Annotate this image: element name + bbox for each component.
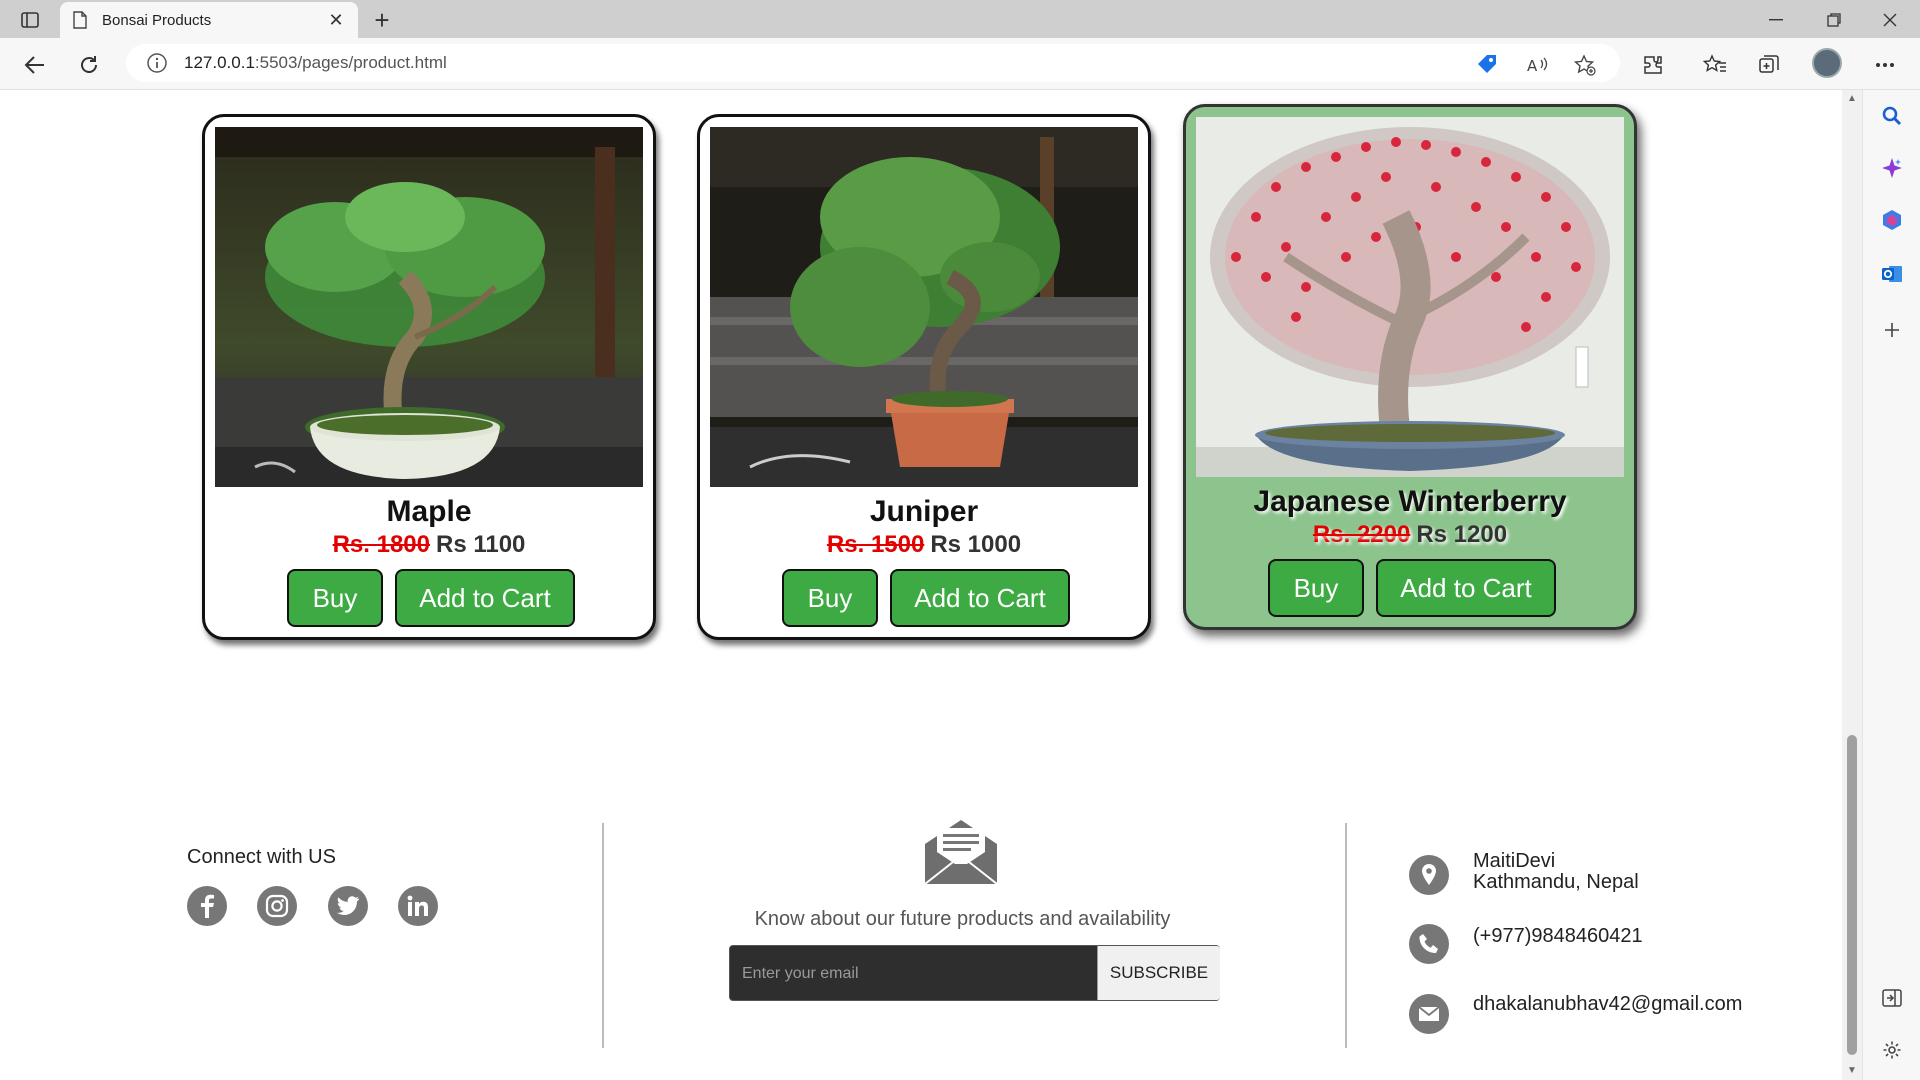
footer-divider: [602, 823, 604, 1048]
browser-window: Bonsai Products ✕ + 127.0.0.1:5503/pages…: [0, 0, 1920, 1080]
minimize-icon[interactable]: [1756, 6, 1796, 34]
close-icon[interactable]: ✕: [326, 10, 346, 30]
edge-sidebar: [1862, 90, 1920, 1080]
old-price: Rs. 1500: [826, 531, 925, 558]
refresh-icon[interactable]: [72, 48, 106, 82]
search-icon[interactable]: [1880, 104, 1904, 128]
linkedin-icon[interactable]: [398, 886, 438, 926]
copilot-icon[interactable]: [1880, 156, 1904, 180]
newsletter-text: Know about our future products and avail…: [754, 908, 1171, 930]
svg-text:A: A: [1527, 57, 1538, 75]
buy-button[interactable]: Buy: [287, 569, 383, 627]
back-icon[interactable]: [18, 48, 52, 82]
url-host: 127.0.0.1: [184, 53, 255, 72]
email-address: dhakalanubhav42@gmail.com: [1473, 993, 1743, 1015]
collections-icon[interactable]: [1752, 48, 1786, 82]
page-scrollbar[interactable]: ▲ ▼: [1842, 90, 1862, 1080]
product-price: Rs. 1500 Rs 1000: [700, 531, 1148, 559]
add-to-cart-button[interactable]: Add to Cart: [395, 569, 575, 627]
sale-price: Rs 1100: [435, 531, 526, 558]
favorites-icon[interactable]: [1698, 48, 1732, 82]
phone-number: (+977)9848460421: [1473, 925, 1643, 947]
office-icon[interactable]: [1880, 208, 1904, 232]
subscribe-button[interactable]: SUBSCRIBE: [1097, 946, 1220, 1000]
read-aloud-icon[interactable]: A: [1524, 52, 1550, 78]
page-icon: [73, 11, 87, 29]
tab-actions-icon[interactable]: [12, 7, 48, 33]
url-text: 127.0.0.1:5503/pages/product.html: [184, 53, 447, 73]
instagram-icon[interactable]: [257, 886, 297, 926]
email-input[interactable]: [742, 962, 1082, 986]
buy-button[interactable]: Buy: [1268, 559, 1364, 617]
restore-icon[interactable]: [1814, 6, 1854, 34]
juniper-bonsai-image: [710, 127, 1138, 487]
add-icon[interactable]: [1880, 318, 1904, 342]
envelope-icon: [923, 818, 999, 891]
browser-toolbar: 127.0.0.1:5503/pages/product.html A: [0, 38, 1920, 90]
buy-button[interactable]: Buy: [782, 569, 878, 627]
address-bar[interactable]: 127.0.0.1:5503/pages/product.html A: [126, 44, 1620, 82]
address-line2: Kathmandu, Nepal: [1473, 871, 1639, 893]
scroll-thumb[interactable]: [1847, 735, 1857, 1055]
scroll-down-icon[interactable]: ▼: [1847, 1066, 1857, 1076]
profile-avatar[interactable]: [1812, 48, 1842, 78]
sale-price: Rs 1000: [930, 531, 1022, 558]
product-price: Rs. 2200 Rs 1200: [1186, 521, 1634, 549]
product-card-maple: Maple Rs. 1800 Rs 1100 Buy Add to Cart: [202, 114, 656, 640]
hide-sidebar-icon[interactable]: [1880, 986, 1904, 1010]
mail-icon: [1409, 994, 1449, 1034]
product-card-juniper: Juniper Rs. 1500 Rs 1000 Buy Add to Cart: [697, 114, 1151, 640]
page-content: Maple Rs. 1800 Rs 1100 Buy Add to Cart J…: [0, 90, 1842, 1080]
product-name: Juniper: [869, 495, 979, 528]
settings-icon[interactable]: [1880, 1038, 1904, 1062]
address: MaitiDevi Kathmandu, Nepal: [1473, 851, 1639, 893]
scroll-up-icon[interactable]: ▲: [1847, 94, 1857, 104]
shopping-tag-icon[interactable]: [1474, 52, 1500, 78]
connect-title: Connect with US: [187, 846, 336, 868]
sale-price: Rs 1200: [1416, 521, 1508, 548]
window-close-icon[interactable]: [1870, 6, 1910, 34]
add-to-cart-button[interactable]: Add to Cart: [1376, 559, 1556, 617]
old-price: Rs. 2200: [1312, 521, 1411, 548]
site-info-icon[interactable]: [146, 52, 168, 74]
old-price: Rs. 1800: [332, 531, 430, 558]
more-options-icon[interactable]: [1868, 48, 1902, 82]
footer-divider: [1345, 823, 1347, 1048]
tab-title: Bonsai Products: [102, 11, 212, 29]
url-path: :5503/pages/product.html: [254, 53, 447, 72]
twitter-icon[interactable]: [328, 886, 368, 926]
facebook-icon[interactable]: [187, 886, 227, 926]
favorite-add-icon[interactable]: [1572, 52, 1598, 78]
tab-strip: Bonsai Products ✕ +: [0, 0, 1920, 38]
extensions-icon[interactable]: [1636, 48, 1670, 82]
new-tab-button[interactable]: +: [368, 5, 396, 35]
product-card-japanese-winterberry: Japanese Winterberry Rs. 2200 Rs 1200 Buy…: [1183, 104, 1637, 630]
address-line1: MaitiDevi: [1473, 850, 1556, 872]
winterberry-bonsai-image: [1196, 117, 1624, 477]
add-to-cart-button[interactable]: Add to Cart: [890, 569, 1070, 627]
product-name: Japanese Winterberry: [1253, 485, 1567, 518]
phone-icon: [1409, 924, 1449, 964]
outlook-icon[interactable]: [1880, 262, 1904, 286]
browser-tab[interactable]: Bonsai Products ✕: [60, 2, 358, 38]
product-price: Rs. 1800 Rs 1100: [205, 531, 653, 559]
location-icon: [1409, 855, 1449, 895]
maple-bonsai-image: [215, 127, 643, 487]
subscribe-form: SUBSCRIBE: [729, 945, 1220, 1001]
product-name: Maple: [386, 495, 472, 528]
